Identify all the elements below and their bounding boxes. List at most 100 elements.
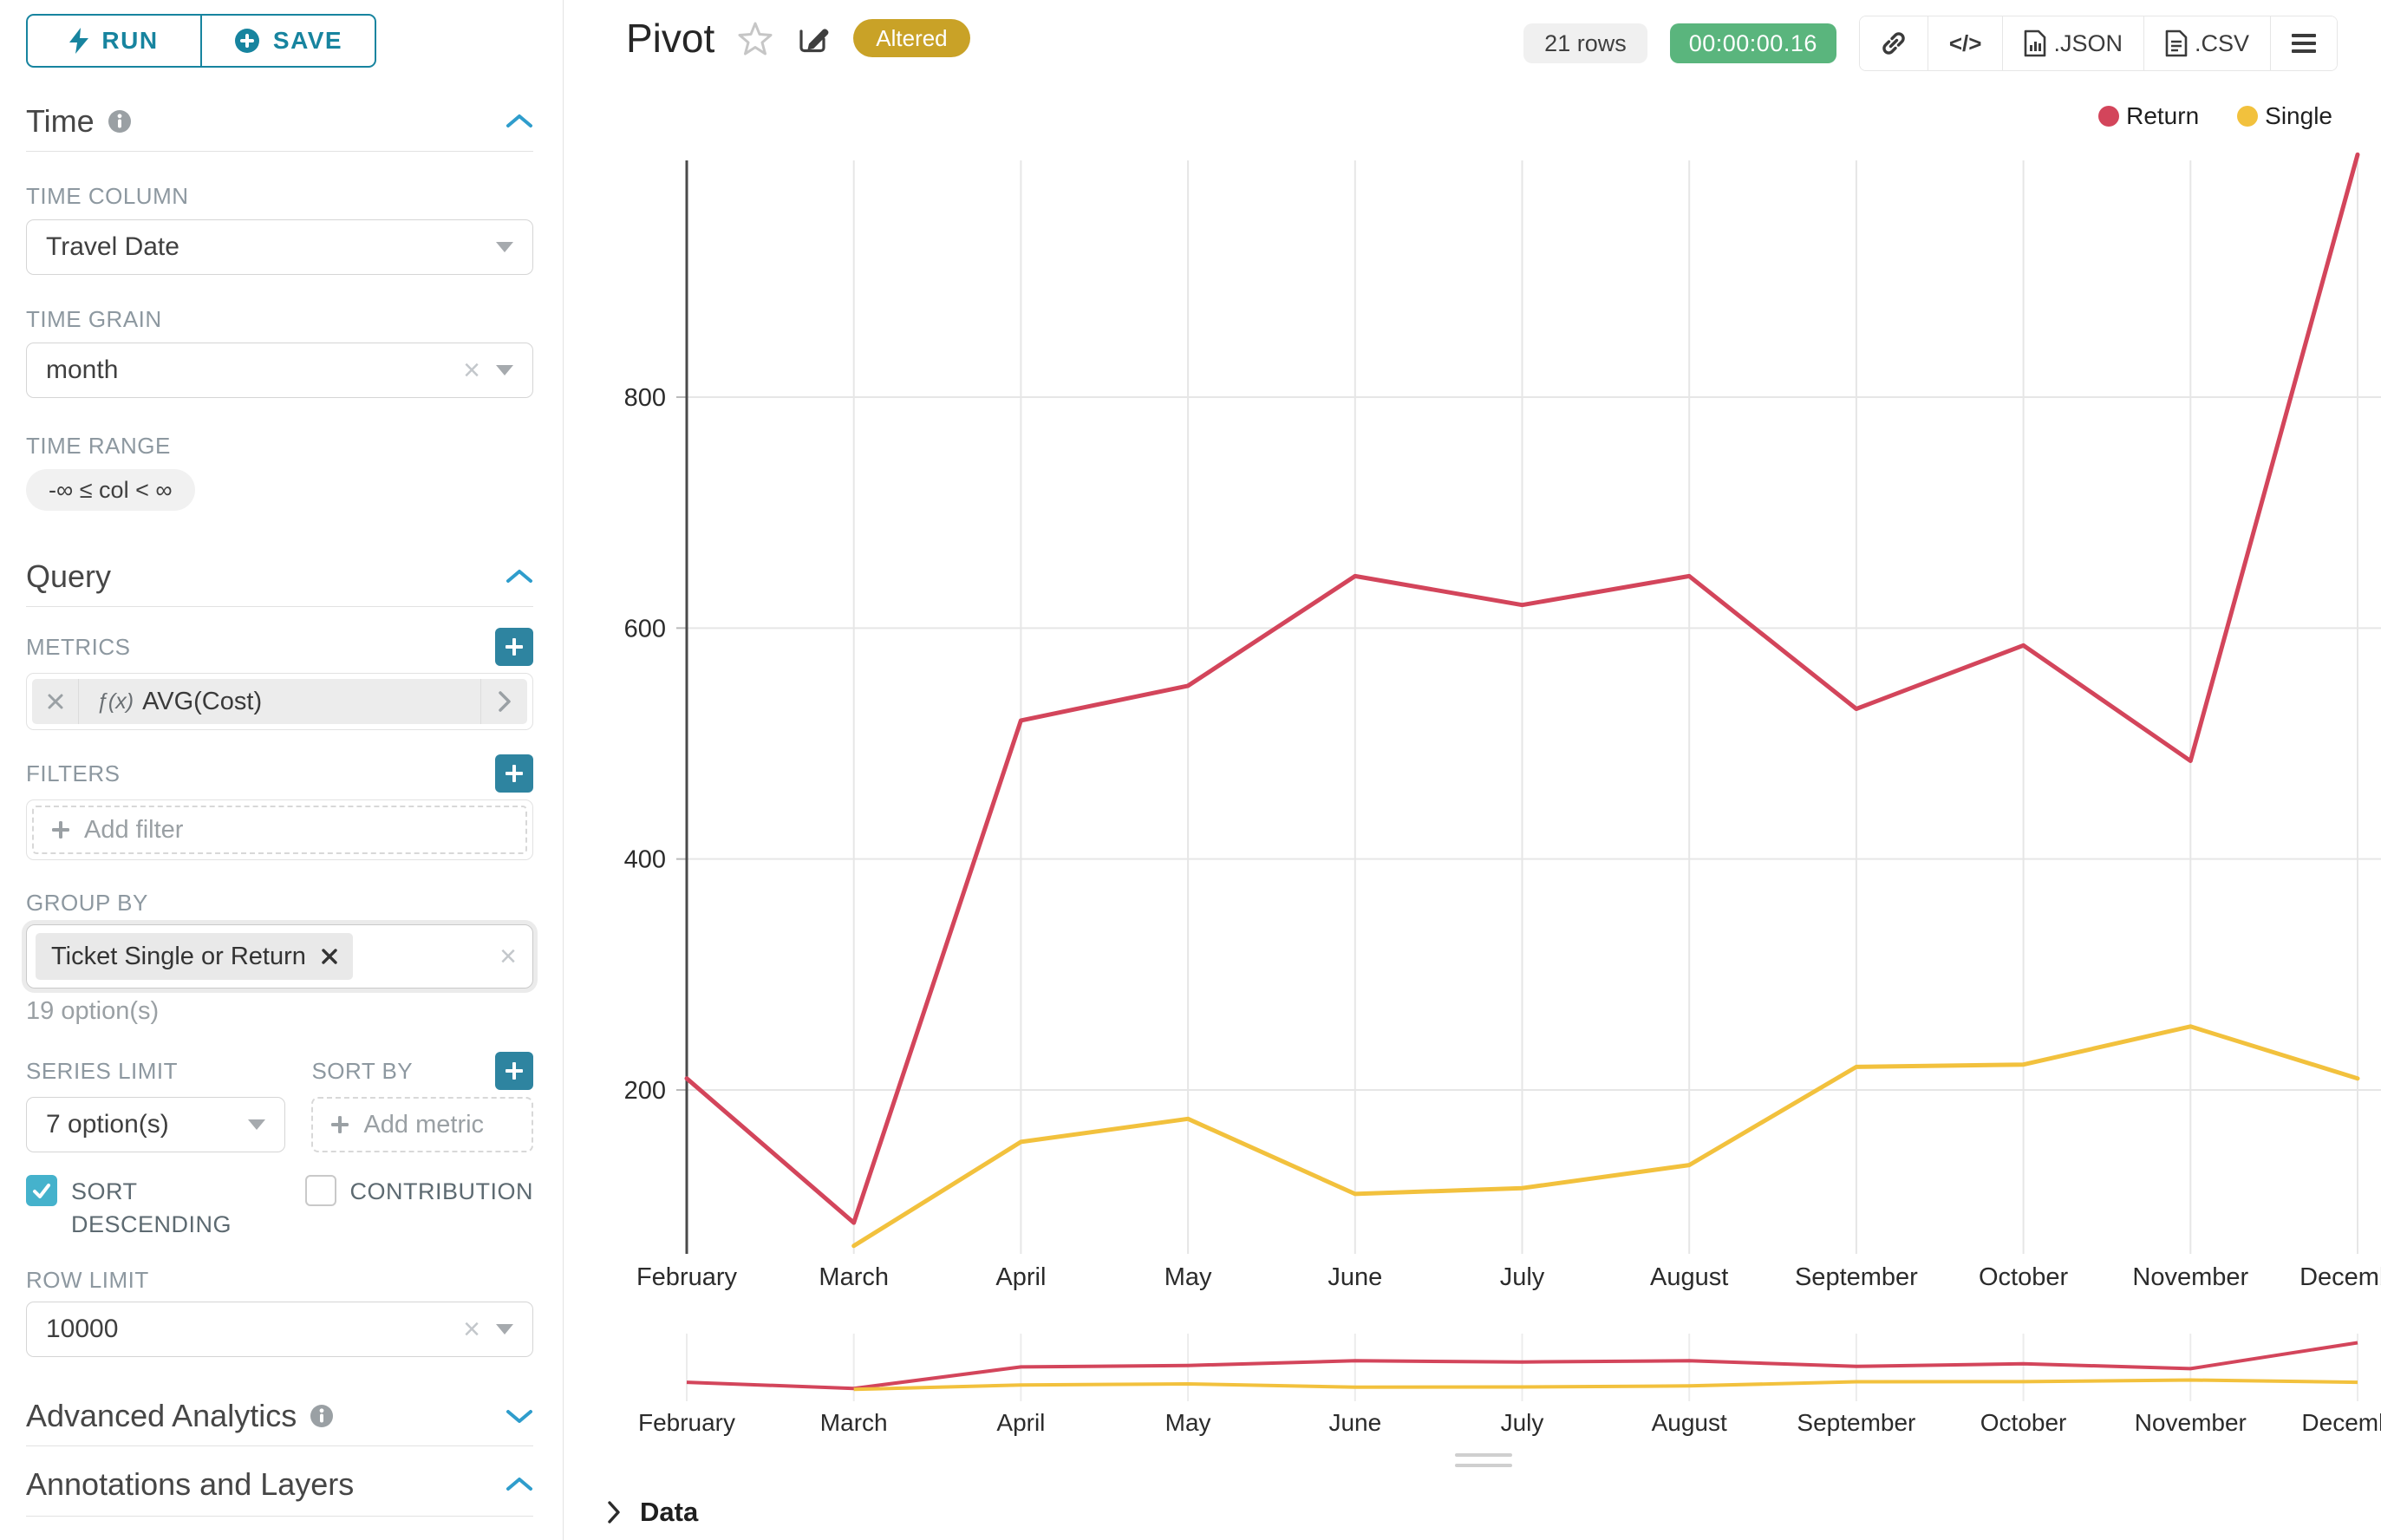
time-column-label: TIME COLUMN: [26, 183, 533, 209]
function-icon: ƒ(x): [96, 689, 134, 715]
minimap-brush[interactable]: [687, 1334, 2381, 1401]
clear-icon[interactable]: ×: [499, 942, 517, 971]
remove-metric-icon[interactable]: [32, 679, 79, 724]
save-button[interactable]: SAVE: [200, 16, 375, 66]
x-axis-label: October: [1979, 1263, 2068, 1291]
minimap-x-label: October: [1980, 1409, 2067, 1436]
metric-pill[interactable]: ƒ(x) AVG(Cost): [32, 679, 527, 724]
group-by-select[interactable]: Ticket Single or Return ×: [26, 924, 533, 989]
y-axis-tick-label: 200: [624, 1077, 666, 1105]
minimap-x-label: March: [820, 1409, 888, 1436]
time-grain-value: month: [46, 356, 118, 385]
group-by-tag: Ticket Single or Return: [36, 933, 353, 980]
row-limit-select[interactable]: 10000 ×: [26, 1302, 533, 1357]
series-limit-value: 7 option(s): [46, 1110, 169, 1139]
group-by-label: GROUP BY: [26, 890, 533, 916]
query-section-title: Query: [26, 558, 111, 595]
add-filter-button[interactable]: [495, 754, 533, 793]
panel-resize-handle[interactable]: [1455, 1453, 1512, 1474]
row-limit-value: 10000: [46, 1315, 118, 1344]
line-chart[interactable]: 200400600800 FebruaryMarchAprilMayJuneJu…: [564, 0, 2381, 1540]
minimap[interactable]: FebruaryMarchAprilMayJuneJulyAugustSepte…: [638, 1334, 2381, 1436]
data-section-label: Data: [640, 1497, 698, 1528]
minimap-x-label: December: [2301, 1409, 2381, 1436]
x-axis-label: May: [1164, 1263, 1212, 1291]
lightning-bolt-icon: [69, 28, 88, 54]
checkbox-unchecked-icon: [305, 1175, 336, 1206]
add-metric-button[interactable]: [495, 628, 533, 666]
filters-field: Add filter: [26, 799, 533, 860]
x-axis-label: November: [2132, 1263, 2248, 1291]
row-limit-label: ROW LIMIT: [26, 1267, 533, 1293]
time-grain-select[interactable]: month ×: [26, 343, 533, 398]
info-icon: [310, 1405, 333, 1427]
run-button-label: RUN: [101, 27, 158, 55]
plus-icon: [51, 820, 70, 839]
filters-label: FILTERS: [26, 760, 120, 786]
chevron-up-icon[interactable]: [506, 568, 533, 585]
caret-down-icon: [496, 365, 513, 375]
remove-tag-icon[interactable]: [322, 949, 337, 964]
x-axis-label: April: [995, 1263, 1046, 1291]
group-by-hint: 19 option(s): [26, 997, 533, 1026]
y-axis-tick-labels: 200400600800: [624, 384, 666, 1105]
save-button-label: SAVE: [273, 27, 342, 55]
minimap-x-label: July: [1501, 1409, 1544, 1436]
data-section-toggle[interactable]: Data: [607, 1497, 698, 1528]
minimap-x-label: September: [1797, 1409, 1915, 1436]
annotations-section-header[interactable]: Annotations and Layers: [26, 1465, 533, 1504]
chevron-right-icon[interactable]: [480, 679, 527, 724]
clear-icon[interactable]: ×: [463, 356, 480, 385]
series-limit-select[interactable]: 7 option(s): [26, 1097, 285, 1152]
series-limit-label: SERIES LIMIT: [26, 1058, 178, 1084]
sort-by-dropzone[interactable]: Add metric: [311, 1097, 533, 1152]
section-divider: [26, 1516, 533, 1517]
add-filter-placeholder: Add filter: [84, 816, 183, 845]
caret-down-icon: [496, 242, 513, 252]
section-divider: [26, 151, 533, 152]
sort-by-placeholder: Add metric: [363, 1111, 484, 1139]
time-section-header[interactable]: Time: [26, 102, 533, 140]
series-line-single: [854, 1027, 2358, 1246]
x-axis-label: March: [819, 1263, 889, 1291]
y-axis-tick-label: 600: [624, 615, 666, 643]
x-axis-label: August: [1650, 1263, 1728, 1291]
advanced-analytics-section-header[interactable]: Advanced Analytics: [26, 1397, 533, 1435]
time-grain-label: TIME GRAIN: [26, 306, 533, 332]
sort-descending-checkbox[interactable]: SORT DESCENDING: [26, 1175, 305, 1241]
chevron-up-icon[interactable]: [506, 113, 533, 130]
plus-icon: [330, 1115, 349, 1134]
add-sort-metric-button[interactable]: [495, 1052, 533, 1090]
x-axis-label: June: [1327, 1263, 1382, 1291]
minimap-x-label: April: [996, 1409, 1045, 1436]
metric-field: ƒ(x) AVG(Cost): [26, 673, 533, 730]
chevron-up-icon[interactable]: [506, 1476, 533, 1493]
run-button[interactable]: RUN: [28, 16, 200, 66]
add-filter-dropzone[interactable]: Add filter: [32, 806, 527, 854]
contribution-checkbox[interactable]: CONTRIBUTION: [305, 1175, 534, 1241]
contribution-label: CONTRIBUTION: [350, 1175, 534, 1241]
x-axis-label: February: [636, 1263, 738, 1291]
clear-icon[interactable]: ×: [463, 1315, 480, 1344]
x-axis-labels: FebruaryMarchAprilMayJuneJulyAugustSepte…: [636, 1263, 2381, 1291]
sort-descending-label: SORT DESCENDING: [71, 1175, 227, 1241]
chevron-down-icon[interactable]: [506, 1407, 533, 1425]
run-save-button-group: RUN SAVE: [26, 14, 376, 68]
time-range-pill[interactable]: -∞ ≤ col < ∞: [26, 469, 195, 511]
checkbox-checked-icon: [26, 1175, 57, 1206]
minimap-x-label: November: [2135, 1409, 2247, 1436]
y-axis-tick-label: 400: [624, 846, 666, 874]
query-section-header[interactable]: Query: [26, 558, 533, 596]
x-axis-label: December: [2299, 1263, 2381, 1291]
minimap-x-label: May: [1165, 1409, 1211, 1436]
metric-name: AVG(Cost): [142, 688, 262, 716]
metrics-label: METRICS: [26, 634, 131, 660]
section-divider: [26, 1445, 533, 1446]
advanced-analytics-title: Advanced Analytics: [26, 1398, 297, 1434]
time-column-select[interactable]: Travel Date: [26, 219, 533, 275]
plus-circle-icon: [234, 28, 260, 54]
plus-icon: [504, 763, 525, 784]
info-icon: [108, 110, 131, 133]
time-column-value: Travel Date: [46, 232, 179, 262]
chevron-right-icon: [607, 1500, 621, 1524]
